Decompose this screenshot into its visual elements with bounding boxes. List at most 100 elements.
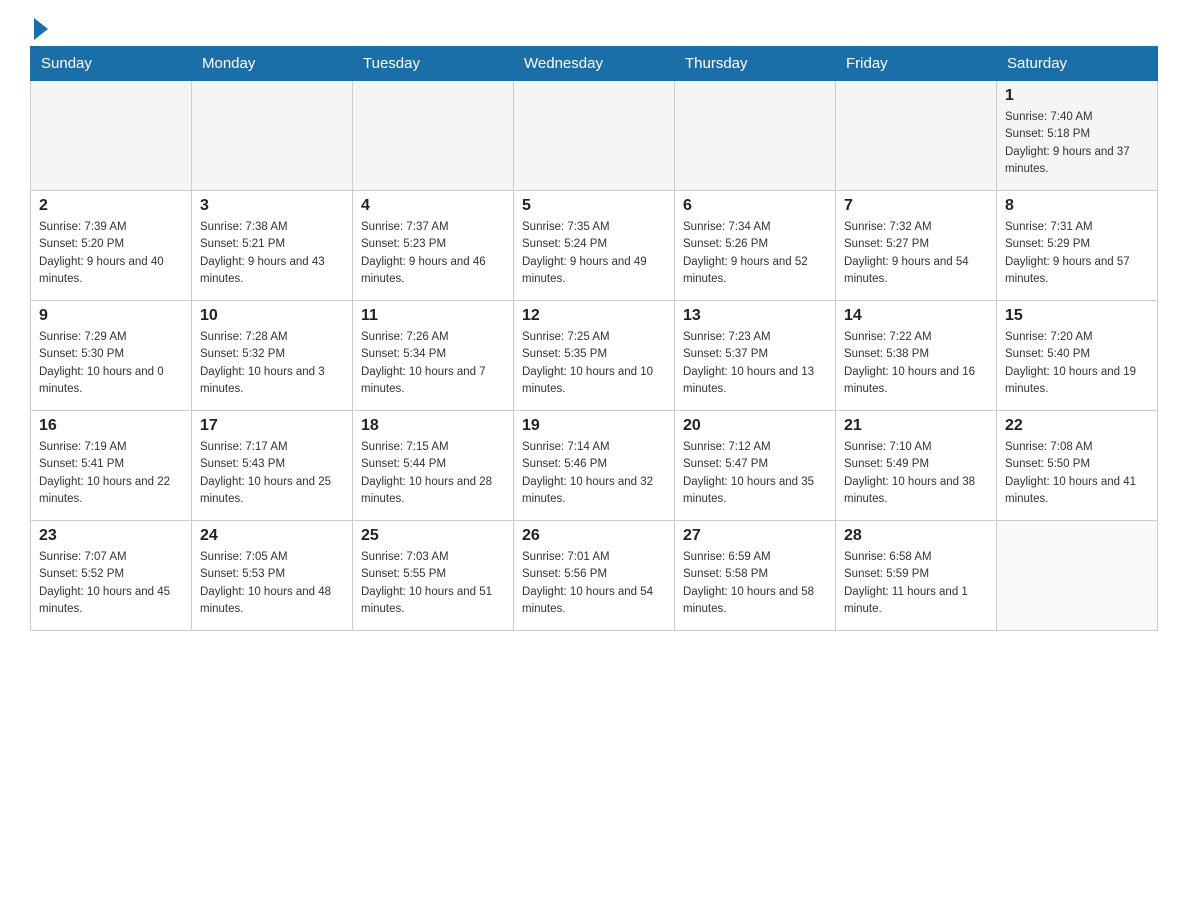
logo: [30, 20, 48, 36]
day-number: 6: [683, 197, 827, 215]
day-info: Sunrise: 7:38 AMSunset: 5:21 PMDaylight:…: [200, 219, 344, 288]
calendar-day-cell: 25 Sunrise: 7:03 AMSunset: 5:55 PMDayligh…: [353, 521, 514, 631]
day-number: 15: [1005, 307, 1149, 325]
day-info: Sunrise: 7:26 AMSunset: 5:34 PMDaylight:…: [361, 329, 505, 398]
calendar-day-cell: [997, 521, 1158, 631]
calendar-day-cell: 19 Sunrise: 7:14 AMSunset: 5:46 PMDayligh…: [514, 411, 675, 521]
day-number: 27: [683, 527, 827, 545]
calendar-day-cell: 6 Sunrise: 7:34 AMSunset: 5:26 PMDaylight…: [675, 191, 836, 301]
calendar-day-cell: [353, 81, 514, 191]
calendar-table: SundayMondayTuesdayWednesdayThursdayFrid…: [30, 46, 1158, 631]
day-number: 19: [522, 417, 666, 435]
calendar-day-cell: 21 Sunrise: 7:10 AMSunset: 5:49 PMDayligh…: [836, 411, 997, 521]
calendar-week-row: 23 Sunrise: 7:07 AMSunset: 5:52 PMDayligh…: [31, 521, 1158, 631]
calendar-day-cell: 28Sunrise: 6:58 AMSunset: 5:59 PMDayligh…: [836, 521, 997, 631]
calendar-day-cell: 26 Sunrise: 7:01 AMSunset: 5:56 PMDayligh…: [514, 521, 675, 631]
calendar-day-cell: 13 Sunrise: 7:23 AMSunset: 5:37 PMDayligh…: [675, 301, 836, 411]
calendar-week-row: 9Sunrise: 7:29 AMSunset: 5:30 PMDaylight…: [31, 301, 1158, 411]
day-info: Sunrise: 7:39 AMSunset: 5:20 PMDaylight:…: [39, 219, 183, 288]
calendar-day-cell: 3 Sunrise: 7:38 AMSunset: 5:21 PMDaylight…: [192, 191, 353, 301]
weekday-header-friday: Friday: [836, 47, 997, 81]
weekday-header-wednesday: Wednesday: [514, 47, 675, 81]
day-number: 20: [683, 417, 827, 435]
calendar-day-cell: [675, 81, 836, 191]
day-info: Sunrise: 6:58 AMSunset: 5:59 PMDaylight:…: [844, 549, 988, 618]
calendar-day-cell: 5 Sunrise: 7:35 AMSunset: 5:24 PMDaylight…: [514, 191, 675, 301]
day-number: 23: [39, 527, 183, 545]
calendar-day-cell: 12 Sunrise: 7:25 AMSunset: 5:35 PMDayligh…: [514, 301, 675, 411]
day-info: Sunrise: 7:23 AMSunset: 5:37 PMDaylight:…: [683, 329, 827, 398]
calendar-day-cell: 2 Sunrise: 7:39 AMSunset: 5:20 PMDaylight…: [31, 191, 192, 301]
day-info: Sunrise: 7:37 AMSunset: 5:23 PMDaylight:…: [361, 219, 505, 288]
page-header: [30, 20, 1158, 36]
calendar-day-cell: [192, 81, 353, 191]
calendar-day-cell: 18 Sunrise: 7:15 AMSunset: 5:44 PMDayligh…: [353, 411, 514, 521]
day-info: Sunrise: 7:03 AMSunset: 5:55 PMDaylight:…: [361, 549, 505, 618]
calendar-day-cell: 23 Sunrise: 7:07 AMSunset: 5:52 PMDayligh…: [31, 521, 192, 631]
day-info: Sunrise: 7:15 AMSunset: 5:44 PMDaylight:…: [361, 439, 505, 508]
calendar-day-cell: 8 Sunrise: 7:31 AMSunset: 5:29 PMDaylight…: [997, 191, 1158, 301]
weekday-header-tuesday: Tuesday: [353, 47, 514, 81]
day-number: 8: [1005, 197, 1149, 215]
day-info: Sunrise: 7:31 AMSunset: 5:29 PMDaylight:…: [1005, 219, 1149, 288]
day-number: 22: [1005, 417, 1149, 435]
weekday-header-sunday: Sunday: [31, 47, 192, 81]
day-number: 24: [200, 527, 344, 545]
day-number: 4: [361, 197, 505, 215]
day-info: Sunrise: 7:10 AMSunset: 5:49 PMDaylight:…: [844, 439, 988, 508]
logo-arrow-icon: [34, 18, 48, 40]
day-number: 11: [361, 307, 505, 325]
day-number: 7: [844, 197, 988, 215]
day-info: Sunrise: 7:40 AMSunset: 5:18 PMDaylight:…: [1005, 109, 1149, 178]
day-info: Sunrise: 7:12 AMSunset: 5:47 PMDaylight:…: [683, 439, 827, 508]
day-info: Sunrise: 7:17 AMSunset: 5:43 PMDaylight:…: [200, 439, 344, 508]
weekday-header-thursday: Thursday: [675, 47, 836, 81]
calendar-day-cell: 1Sunrise: 7:40 AMSunset: 5:18 PMDaylight…: [997, 81, 1158, 191]
calendar-day-cell: 22 Sunrise: 7:08 AMSunset: 5:50 PMDayligh…: [997, 411, 1158, 521]
day-number: 18: [361, 417, 505, 435]
day-number: 10: [200, 307, 344, 325]
calendar-week-row: 2 Sunrise: 7:39 AMSunset: 5:20 PMDaylight…: [31, 191, 1158, 301]
calendar-day-cell: 4 Sunrise: 7:37 AMSunset: 5:23 PMDaylight…: [353, 191, 514, 301]
day-info: Sunrise: 7:35 AMSunset: 5:24 PMDaylight:…: [522, 219, 666, 288]
calendar-day-cell: [836, 81, 997, 191]
day-number: 13: [683, 307, 827, 325]
calendar-day-cell: 27 Sunrise: 6:59 AMSunset: 5:58 PMDayligh…: [675, 521, 836, 631]
day-number: 16: [39, 417, 183, 435]
day-info: Sunrise: 7:28 AMSunset: 5:32 PMDaylight:…: [200, 329, 344, 398]
calendar-day-cell: [514, 81, 675, 191]
day-number: 21: [844, 417, 988, 435]
calendar-day-cell: [31, 81, 192, 191]
day-number: 25: [361, 527, 505, 545]
day-number: 17: [200, 417, 344, 435]
calendar-day-cell: 9Sunrise: 7:29 AMSunset: 5:30 PMDaylight…: [31, 301, 192, 411]
day-info: Sunrise: 7:29 AMSunset: 5:30 PMDaylight:…: [39, 329, 183, 398]
day-number: 14: [844, 307, 988, 325]
calendar-week-row: 1Sunrise: 7:40 AMSunset: 5:18 PMDaylight…: [31, 81, 1158, 191]
weekday-header-row: SundayMondayTuesdayWednesdayThursdayFrid…: [31, 47, 1158, 81]
calendar-day-cell: 17 Sunrise: 7:17 AMSunset: 5:43 PMDayligh…: [192, 411, 353, 521]
day-info: Sunrise: 7:25 AMSunset: 5:35 PMDaylight:…: [522, 329, 666, 398]
day-info: Sunrise: 7:14 AMSunset: 5:46 PMDaylight:…: [522, 439, 666, 508]
day-info: Sunrise: 7:07 AMSunset: 5:52 PMDaylight:…: [39, 549, 183, 618]
day-info: Sunrise: 6:59 AMSunset: 5:58 PMDaylight:…: [683, 549, 827, 618]
day-info: Sunrise: 7:19 AMSunset: 5:41 PMDaylight:…: [39, 439, 183, 508]
day-info: Sunrise: 7:34 AMSunset: 5:26 PMDaylight:…: [683, 219, 827, 288]
day-number: 3: [200, 197, 344, 215]
calendar-day-cell: 7 Sunrise: 7:32 AMSunset: 5:27 PMDaylight…: [836, 191, 997, 301]
day-number: 12: [522, 307, 666, 325]
day-info: Sunrise: 7:32 AMSunset: 5:27 PMDaylight:…: [844, 219, 988, 288]
day-info: Sunrise: 7:05 AMSunset: 5:53 PMDaylight:…: [200, 549, 344, 618]
calendar-day-cell: 14Sunrise: 7:22 AMSunset: 5:38 PMDayligh…: [836, 301, 997, 411]
day-number: 26: [522, 527, 666, 545]
calendar-day-cell: 11 Sunrise: 7:26 AMSunset: 5:34 PMDayligh…: [353, 301, 514, 411]
calendar-day-cell: 15Sunrise: 7:20 AMSunset: 5:40 PMDayligh…: [997, 301, 1158, 411]
day-number: 2: [39, 197, 183, 215]
day-number: 5: [522, 197, 666, 215]
day-info: Sunrise: 7:08 AMSunset: 5:50 PMDaylight:…: [1005, 439, 1149, 508]
calendar-day-cell: 16 Sunrise: 7:19 AMSunset: 5:41 PMDayligh…: [31, 411, 192, 521]
day-info: Sunrise: 7:01 AMSunset: 5:56 PMDaylight:…: [522, 549, 666, 618]
weekday-header-monday: Monday: [192, 47, 353, 81]
calendar-day-cell: 20 Sunrise: 7:12 AMSunset: 5:47 PMDayligh…: [675, 411, 836, 521]
calendar-day-cell: 10 Sunrise: 7:28 AMSunset: 5:32 PMDayligh…: [192, 301, 353, 411]
